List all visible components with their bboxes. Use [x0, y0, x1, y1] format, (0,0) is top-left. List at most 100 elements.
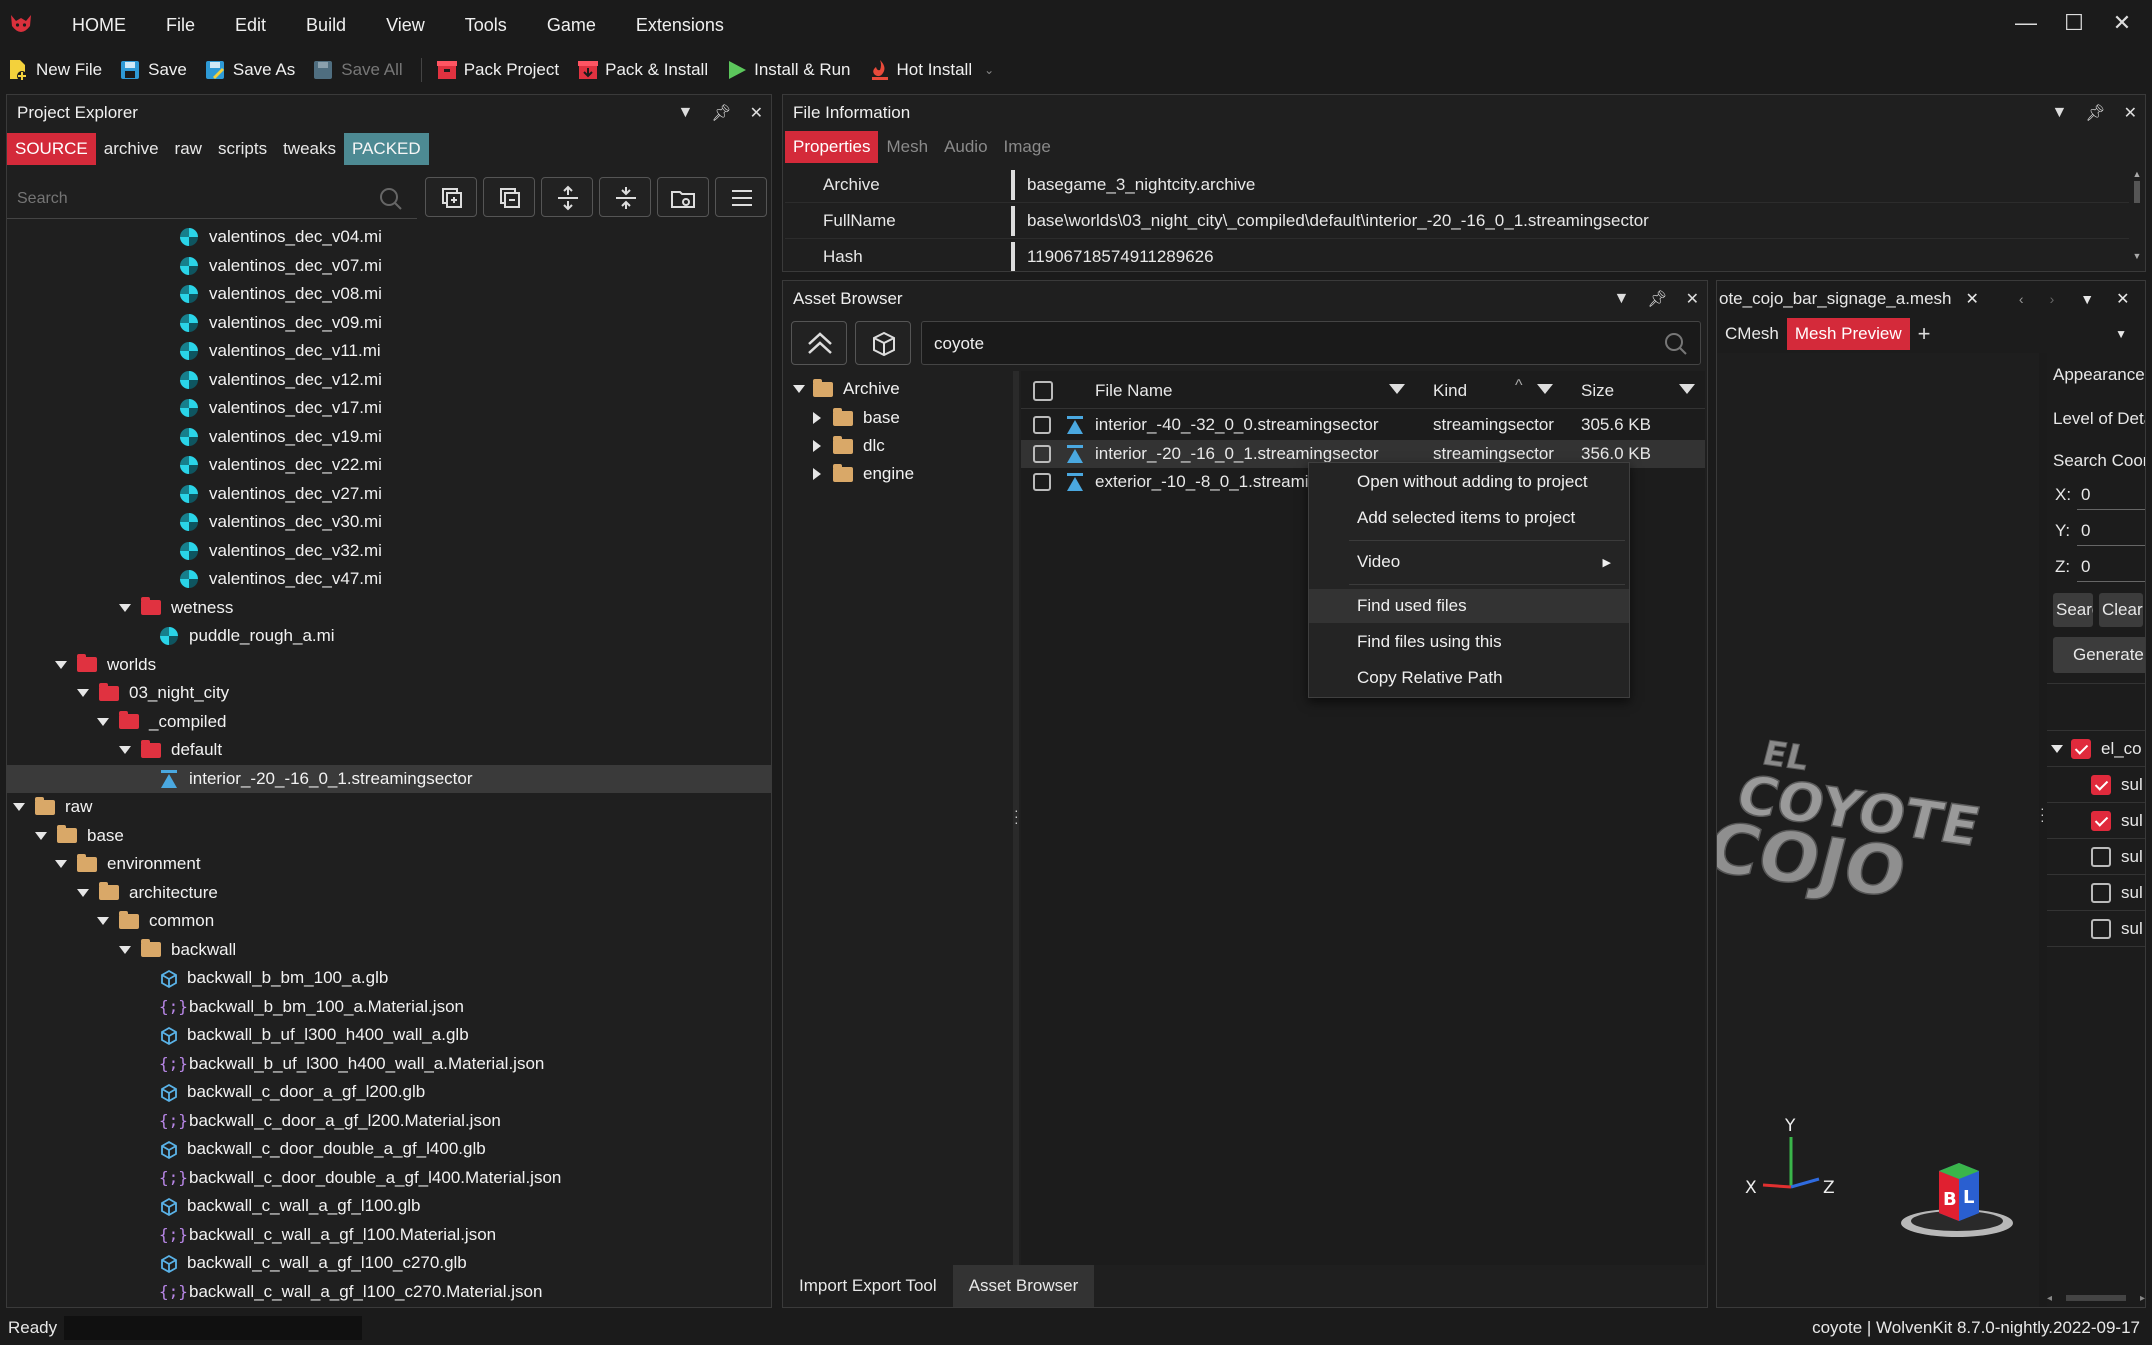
- chevron-down-icon[interactable]: [13, 803, 25, 811]
- filter-icon[interactable]: [1389, 384, 1405, 394]
- tab-audio[interactable]: Audio: [936, 131, 995, 163]
- tree-item[interactable]: valentinos_dec_v32.mi: [7, 537, 771, 565]
- tree-item[interactable]: valentinos_dec_v04.mi: [7, 223, 771, 251]
- z-field[interactable]: 0: [2081, 557, 2090, 577]
- tree-item[interactable]: {;} backwall_c_wall_a_gf_l100_c270.Materi…: [7, 1278, 771, 1306]
- chevron-down-icon[interactable]: [2051, 744, 2063, 753]
- tree-item[interactable]: backwall: [7, 936, 771, 964]
- chevron-down-icon[interactable]: [35, 831, 47, 840]
- property-value[interactable]: basegame_3_nightcity.archive: [1027, 175, 1255, 195]
- submesh-checkbox[interactable]: [2091, 882, 2111, 903]
- submesh-item[interactable]: sul: [2047, 839, 2145, 875]
- tree-item[interactable]: backwall_b_uf_l300_h400_wall_a.glb: [7, 1021, 771, 1049]
- row-checkbox[interactable]: [1033, 473, 1051, 491]
- tab-scripts[interactable]: scripts: [210, 133, 275, 165]
- close-icon[interactable]: ✕: [1686, 289, 1699, 309]
- tab-import-export-tool[interactable]: Import Export Tool: [783, 1265, 953, 1307]
- tree-item[interactable]: common: [7, 907, 771, 935]
- tree-item[interactable]: backwall_c_door_a_gf_l200.glb: [7, 1078, 771, 1106]
- tree-item[interactable]: environment: [7, 850, 771, 878]
- mesh-viewport[interactable]: EL COYOTE COJO Y Z X B L: [1717, 353, 2039, 1307]
- tree-item[interactable]: backwall_c_door_double_a_gf_l400.glb: [7, 1135, 771, 1163]
- tab-mesh[interactable]: Mesh: [878, 131, 936, 163]
- package-button[interactable]: [855, 321, 911, 365]
- tree-item[interactable]: _compiled: [7, 708, 771, 736]
- chevron-down-icon[interactable]: ▼: [2115, 327, 2127, 341]
- submesh-checkbox[interactable]: [2091, 810, 2111, 831]
- column-size[interactable]: Size: [1581, 381, 1614, 401]
- new-file-button[interactable]: New File: [8, 59, 102, 81]
- y-field[interactable]: 0: [2081, 521, 2090, 541]
- search-input[interactable]: [17, 187, 357, 211]
- column-divider[interactable]: [1011, 241, 1015, 271]
- column-file-name[interactable]: File Name: [1095, 381, 1172, 401]
- menu-find-files-using[interactable]: Find files using this: [1309, 625, 1629, 659]
- tree-item[interactable]: worlds: [7, 651, 771, 679]
- pin-icon[interactable]: 📌︎: [1647, 289, 1667, 309]
- tab-properties[interactable]: Properties: [785, 131, 879, 163]
- options-menu-button[interactable]: [715, 177, 767, 217]
- tree-item[interactable]: valentinos_dec_v07.mi: [7, 252, 771, 280]
- tree-item[interactable]: valentinos_dec_v11.mi: [7, 337, 771, 365]
- search-icon[interactable]: [1664, 332, 1688, 361]
- menu-view[interactable]: View: [366, 15, 445, 36]
- pin-icon[interactable]: 📌︎: [711, 103, 731, 123]
- chevron-down-icon[interactable]: [793, 385, 805, 393]
- row-checkbox[interactable]: [1033, 416, 1051, 434]
- column-divider[interactable]: [1011, 169, 1015, 200]
- submesh-item[interactable]: sul: [2047, 911, 2145, 947]
- chevron-down-icon[interactable]: ▼: [677, 104, 693, 122]
- chevron-down-icon[interactable]: ▼: [2051, 104, 2067, 122]
- chevron-down-icon[interactable]: [119, 746, 131, 754]
- tab-asset-browser[interactable]: Asset Browser: [952, 1265, 1095, 1307]
- chevron-right-icon[interactable]: [813, 440, 821, 452]
- chevron-down-icon[interactable]: [77, 888, 89, 897]
- tab-raw[interactable]: raw: [167, 133, 210, 165]
- tree-item-dlc[interactable]: dlc: [813, 432, 885, 460]
- search-icon[interactable]: [379, 187, 403, 216]
- filter-icon[interactable]: [1679, 384, 1695, 394]
- tree-item[interactable]: valentinos_dec_v47.mi: [7, 565, 771, 593]
- tree-item[interactable]: valentinos_dec_v27.mi: [7, 480, 771, 508]
- clear-coord-button[interactable]: Clear: [2099, 593, 2143, 627]
- menu-find-used-files[interactable]: Find used files: [1309, 589, 1629, 623]
- chevron-right-icon[interactable]: [813, 468, 821, 480]
- select-all-checkbox[interactable]: [1033, 381, 1053, 401]
- collapse-selected-button[interactable]: [599, 177, 651, 217]
- submesh-item[interactable]: sul: [2047, 767, 2145, 803]
- tree-item[interactable]: backwall_c_wall_a_gf_l100_c270.glb: [7, 1249, 771, 1277]
- chevron-down-icon[interactable]: [119, 945, 131, 954]
- filter-icon[interactable]: [1537, 384, 1553, 394]
- chevron-down-icon[interactable]: [55, 860, 67, 868]
- viewport-splitter[interactable]: · · ·: [2039, 353, 2047, 1307]
- properties-scrollbar[interactable]: ▲ ▼: [2131, 169, 2143, 269]
- toolbar-overflow-icon[interactable]: ⌄: [984, 63, 994, 77]
- hot-install-button[interactable]: Hot Install: [869, 59, 972, 81]
- property-value[interactable]: 11906718574911289626: [1027, 247, 1214, 267]
- tree-item[interactable]: valentinos_dec_v22.mi: [7, 451, 771, 479]
- submesh-item[interactable]: sul: [2047, 875, 2145, 911]
- tree-item[interactable]: valentinos_dec_v12.mi: [7, 366, 771, 394]
- menu-edit[interactable]: Edit: [215, 15, 286, 36]
- tab-cmesh[interactable]: CMesh: [1717, 318, 1787, 350]
- splitter-handle[interactable]: · · ·: [1013, 371, 1019, 1265]
- chevron-down-icon[interactable]: ▼: [2080, 291, 2094, 307]
- submesh-checkbox[interactable]: [2091, 774, 2111, 795]
- tree-item[interactable]: 03_night_city: [7, 679, 771, 707]
- file-row[interactable]: interior_-40_-32_0_0.streamingsector stre…: [1021, 411, 1705, 439]
- menu-add-selected[interactable]: Add selected items to project: [1309, 501, 1629, 535]
- save-all-button[interactable]: Save All: [313, 59, 403, 81]
- submesh-root[interactable]: el_co: [2047, 731, 2145, 767]
- tab-source[interactable]: SOURCE: [7, 133, 96, 165]
- side-hscrollbar[interactable]: ◂ ▸: [2047, 1291, 2145, 1305]
- tree-item[interactable]: valentinos_dec_v17.mi: [7, 394, 771, 422]
- asset-search-input[interactable]: [934, 332, 1634, 356]
- tab-archive[interactable]: archive: [96, 133, 167, 165]
- chevron-down-icon[interactable]: [119, 603, 131, 612]
- expand-all-button[interactable]: [425, 177, 477, 217]
- navigate-up-button[interactable]: [791, 321, 847, 365]
- menu-home[interactable]: HOME: [52, 15, 146, 36]
- menu-copy-relative-path[interactable]: Copy Relative Path: [1309, 661, 1629, 695]
- submesh-item[interactable]: sul: [2047, 803, 2145, 839]
- tree-item[interactable]: {;} backwall_c_door_a_gf_l200.Material.js…: [7, 1107, 771, 1135]
